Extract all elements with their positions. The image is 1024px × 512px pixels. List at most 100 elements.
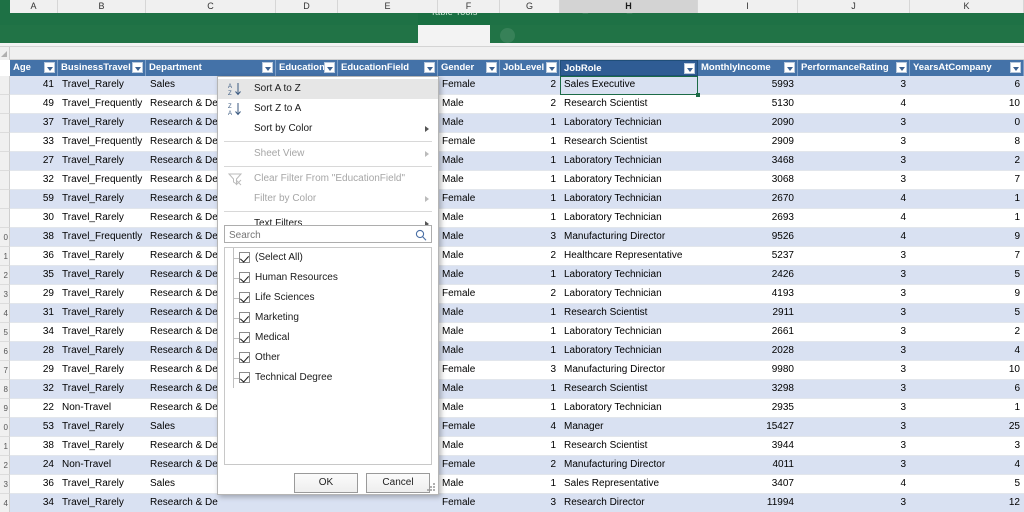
cell-joblevel[interactable]: 1 — [500, 114, 560, 132]
row-header[interactable]: 3 — [0, 285, 10, 304]
row-header[interactable]: 9 — [0, 399, 10, 418]
cell-years[interactable]: 9 — [910, 285, 1024, 303]
table-row[interactable]: 41 Travel_Rarely Sales Female 2 Sales Executi… — [10, 76, 1024, 95]
cell-income[interactable]: 2911 — [698, 304, 798, 322]
row-header[interactable]: 4 — [0, 494, 10, 512]
filter-dropdown-icon-businesstravel[interactable] — [132, 62, 143, 73]
cell-gender[interactable]: Male — [438, 323, 500, 341]
cell-gender[interactable]: Male — [438, 171, 500, 189]
cell-gender[interactable]: Female — [438, 494, 500, 512]
cell-jobrole[interactable]: Sales Representative — [560, 475, 698, 493]
cell-age[interactable]: 22 — [10, 399, 58, 417]
cell-jobrole[interactable]: Manufacturing Director — [560, 361, 698, 379]
cell-income[interactable]: 2909 — [698, 133, 798, 151]
cell-years[interactable]: 25 — [910, 418, 1024, 436]
table-header-joblevel[interactable]: JobLevel — [500, 60, 560, 76]
cell-jobrole[interactable]: Research Scientist — [560, 380, 698, 398]
cell-perf[interactable]: 3 — [798, 494, 910, 512]
menu-item-sort-a-to-z[interactable]: A Z Sort A to Z — [218, 79, 438, 99]
cell-edufield[interactable] — [338, 494, 438, 512]
cell-joblevel[interactable]: 2 — [500, 95, 560, 113]
filter-checkbox-item[interactable]: (Select All) — [225, 248, 431, 268]
cell-joblevel[interactable]: 1 — [500, 323, 560, 341]
cell-jobrole[interactable]: Laboratory Technician — [560, 342, 698, 360]
filter-search-box[interactable] — [224, 225, 432, 243]
table-header-educationfield[interactable]: EducationField — [338, 60, 438, 76]
cell-perf[interactable]: 3 — [798, 418, 910, 436]
cell-income[interactable]: 2670 — [698, 190, 798, 208]
cell-edu[interactable] — [276, 494, 338, 512]
cell-travel[interactable]: Travel_Rarely — [58, 304, 146, 322]
row-header[interactable] — [0, 95, 10, 114]
cell-age[interactable]: 34 — [10, 323, 58, 341]
column-header-k[interactable]: K — [910, 0, 1024, 13]
cell-travel[interactable]: Travel_Rarely — [58, 76, 146, 94]
cell-travel[interactable]: Travel_Rarely — [58, 285, 146, 303]
cell-travel[interactable]: Travel_Rarely — [58, 114, 146, 132]
cell-jobrole[interactable]: Manager — [560, 418, 698, 436]
cancel-button[interactable]: Cancel — [366, 473, 430, 493]
cell-income[interactable]: 9526 — [698, 228, 798, 246]
row-header[interactable] — [0, 152, 10, 171]
cell-joblevel[interactable]: 3 — [500, 228, 560, 246]
table-row[interactable]: 38 Travel_Rarely Research & De Male 1 Researc… — [10, 437, 1024, 456]
cell-jobrole[interactable]: Laboratory Technician — [560, 323, 698, 341]
cell-gender[interactable]: Female — [438, 76, 500, 94]
cell-joblevel[interactable]: 2 — [500, 247, 560, 265]
filter-checkbox-item[interactable]: Life Sciences — [225, 288, 431, 308]
cell-perf[interactable]: 4 — [798, 475, 910, 493]
cell-joblevel[interactable]: 3 — [500, 361, 560, 379]
cell-income[interactable]: 3944 — [698, 437, 798, 455]
cell-travel[interactable]: Non-Travel — [58, 456, 146, 474]
cell-years[interactable]: 4 — [910, 456, 1024, 474]
cell-years[interactable]: 1 — [910, 399, 1024, 417]
cell-jobrole[interactable]: Healthcare Representative — [560, 247, 698, 265]
cell-perf[interactable]: 3 — [798, 266, 910, 284]
column-header-e[interactable]: E — [338, 0, 438, 13]
cell-gender[interactable]: Male — [438, 304, 500, 322]
filter-dropdown-icon-yearsatcompany[interactable] — [1010, 62, 1021, 73]
row-header[interactable]: 4 — [0, 304, 10, 323]
table-row[interactable]: 24 Non-Travel Research & De Female 2 Manufact… — [10, 456, 1024, 475]
cell-joblevel[interactable]: 2 — [500, 285, 560, 303]
row-header[interactable]: 2 — [0, 456, 10, 475]
cell-travel[interactable]: Travel_Rarely — [58, 266, 146, 284]
filter-value-list[interactable]: (Select All) Human Resources Life Sciences… — [224, 247, 432, 465]
cell-jobrole[interactable]: Research Scientist — [560, 437, 698, 455]
cell-gender[interactable]: Male — [438, 475, 500, 493]
cell-perf[interactable]: 3 — [798, 133, 910, 151]
checkbox-icon[interactable] — [239, 372, 250, 383]
cell-age[interactable]: 38 — [10, 228, 58, 246]
table-header-jobrole[interactable]: JobRole — [560, 60, 698, 76]
cell-travel[interactable]: Travel_Rarely — [58, 247, 146, 265]
cell-years[interactable]: 2 — [910, 152, 1024, 170]
cell-gender[interactable]: Female — [438, 361, 500, 379]
filter-dropdown-icon-performancerating[interactable] — [896, 62, 907, 73]
cell-jobrole[interactable]: Research Director — [560, 494, 698, 512]
active-ribbon-tab[interactable] — [418, 25, 490, 43]
row-header[interactable] — [0, 76, 10, 95]
table-row[interactable]: 35 Travel_Rarely Research & De Male 1 Laborat… — [10, 266, 1024, 285]
cell-income[interactable]: 5130 — [698, 95, 798, 113]
cell-dept[interactable]: Research & De — [146, 494, 276, 512]
cell-gender[interactable]: Female — [438, 133, 500, 151]
cell-income[interactable]: 3068 — [698, 171, 798, 189]
cell-jobrole[interactable]: Laboratory Technician — [560, 171, 698, 189]
cell-joblevel[interactable]: 1 — [500, 266, 560, 284]
table-row[interactable]: 30 Travel_Rarely Research & De Male 1 Laborat… — [10, 209, 1024, 228]
table-row[interactable]: 59 Travel_Rarely Research & De Female 1 Labor… — [10, 190, 1024, 209]
cell-perf[interactable]: 3 — [798, 247, 910, 265]
cell-age[interactable]: 32 — [10, 171, 58, 189]
resize-grip-icon[interactable] — [427, 483, 436, 492]
checkbox-icon[interactable] — [239, 352, 250, 363]
cell-gender[interactable]: Male — [438, 399, 500, 417]
checkbox-icon[interactable] — [239, 312, 250, 323]
cell-perf[interactable]: 3 — [798, 342, 910, 360]
column-header-j[interactable]: J — [798, 0, 910, 13]
cell-travel[interactable]: Travel_Rarely — [58, 494, 146, 512]
table-header-education[interactable]: Education — [276, 60, 338, 76]
cell-years[interactable]: 5 — [910, 266, 1024, 284]
table-row[interactable]: 34 Travel_Rarely Research & De Female 3 Resea… — [10, 494, 1024, 512]
cell-age[interactable]: 59 — [10, 190, 58, 208]
cell-years[interactable]: 10 — [910, 95, 1024, 113]
